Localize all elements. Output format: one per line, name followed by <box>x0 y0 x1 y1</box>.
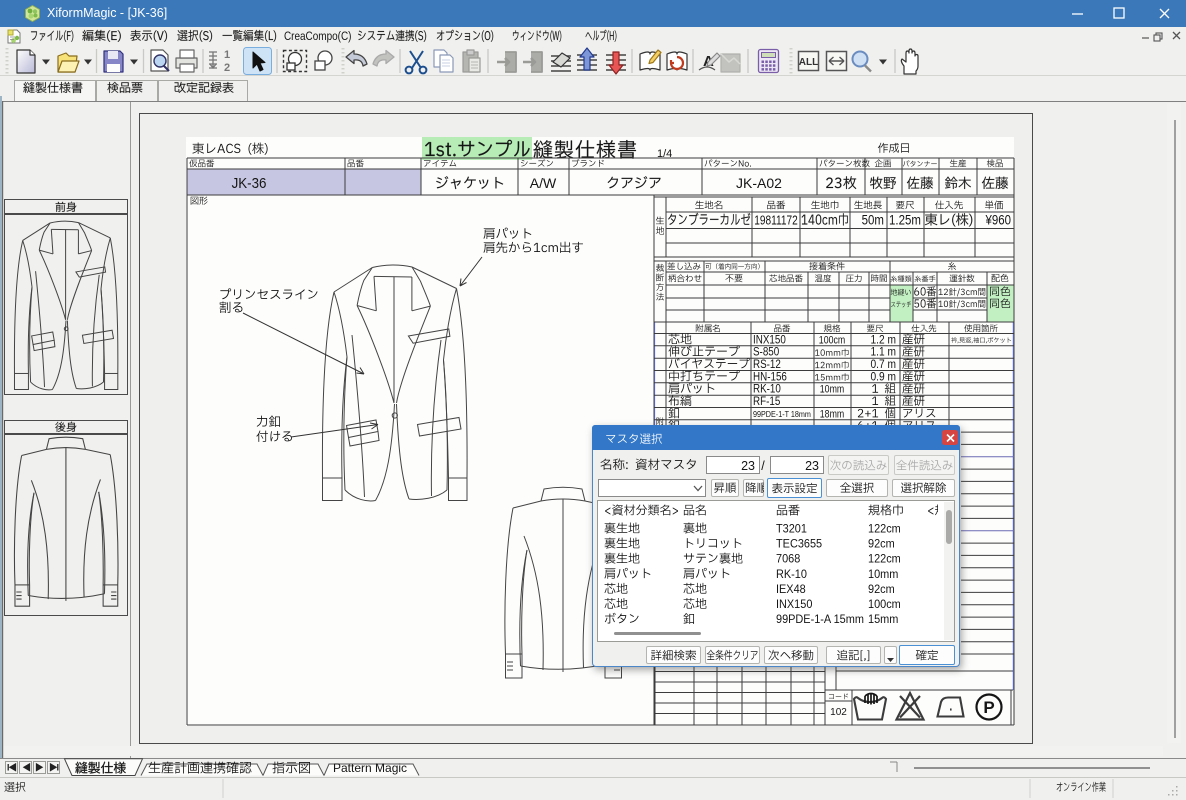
svg-text:TEC3655: TEC3655 <box>776 538 822 550</box>
svg-text:IEX48: IEX48 <box>776 584 806 596</box>
svg-text:122cm: 122cm <box>868 553 901 565</box>
svg-text:122cm: 122cm <box>868 523 901 535</box>
svg-text:23: 23 <box>805 459 819 473</box>
svg-text:7068: 7068 <box>776 553 800 565</box>
svg-text:99PDE-1-A 15mm: 99PDE-1-A 15mm <box>776 614 864 626</box>
svg-text:10mm: 10mm <box>868 569 898 581</box>
svg-text:92cm: 92cm <box>868 584 895 596</box>
svg-text:RK-10: RK-10 <box>776 569 807 581</box>
svg-text:T3201: T3201 <box>776 523 807 535</box>
svg-text:15mm: 15mm <box>868 614 898 626</box>
svg-text:INX150: INX150 <box>776 599 812 611</box>
svg-text:/: / <box>761 459 765 473</box>
svg-text:23: 23 <box>741 459 755 473</box>
svg-text:92cm: 92cm <box>868 538 895 550</box>
svg-text:100cm: 100cm <box>868 599 901 611</box>
